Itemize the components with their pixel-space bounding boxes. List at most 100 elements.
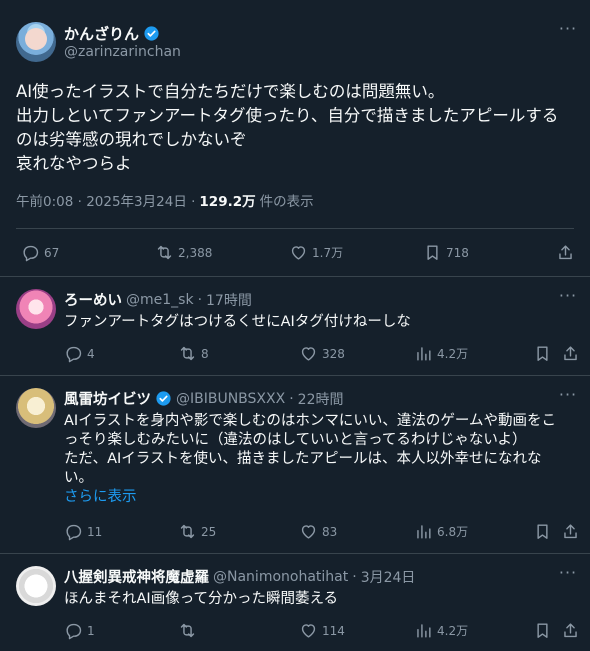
like-button[interactable]: 114 [299, 621, 345, 640]
like-count: 114 [322, 623, 345, 638]
more-icon[interactable]: ··· [558, 21, 578, 42]
author-name[interactable]: 風雷坊イビツ [64, 388, 151, 409]
reply-time[interactable]: 22時間 [298, 389, 344, 409]
bookmark-button[interactable] [533, 344, 552, 363]
tweet-text-line: のは劣等感の現れでしかないぞ [16, 130, 247, 149]
repost-button[interactable] [178, 621, 201, 640]
reply-tweet[interactable]: 風雷坊イビツ @IBIBUNBSXXX · 22時間 ··· AIイラストを身内… [0, 376, 590, 554]
reply-time[interactable]: 17時間 [206, 290, 252, 310]
views-button[interactable]: 6.8万 [414, 522, 468, 541]
reply-text: AIイラストを身内や影で楽しむのはホンマにいい、違法のゲームや動画をこ っそり楽… [64, 412, 579, 507]
reply-button[interactable]: 1 [64, 621, 95, 640]
reply-text-line: い。 [64, 470, 93, 486]
more-icon[interactable]: ··· [558, 565, 578, 586]
author-handle[interactable]: @me1_sk [126, 292, 194, 308]
repost-icon [178, 522, 197, 541]
reply-tweet[interactable]: ろーめい @me1_sk · 17時間 ··· ファンアートタグはつけるくせにA… [0, 277, 590, 376]
separator-dot: · [352, 568, 357, 585]
repost-button[interactable]: 2,388 [155, 243, 212, 262]
like-icon [289, 243, 308, 262]
view-count: 6.8万 [437, 525, 469, 539]
reply-count: 11 [87, 524, 103, 539]
reply-text-line: っそり楽しむみたいに（違法のはしていいと言ってるわけじゃないよ） [64, 432, 527, 448]
avatar[interactable] [16, 22, 56, 62]
bookmark-icon [533, 522, 552, 541]
action-bar: 4 8 328 4.2万 [64, 344, 578, 368]
author-row: かんざりん [64, 23, 160, 44]
share-button[interactable] [561, 344, 580, 363]
like-button[interactable]: 328 [299, 344, 345, 363]
author-name[interactable]: 八握剣異戒神将魔虚羅 [64, 566, 209, 587]
author-handle[interactable]: @zarinzarinchan [64, 44, 181, 60]
action-bar: 67 2,388 1.7万 718 [0, 238, 590, 268]
views-button[interactable]: 4.2万 [414, 621, 468, 640]
like-button[interactable]: 83 [299, 522, 337, 541]
tweet-meta: 午前0:08 · 2025年3月24日 · 129.2万 件の表示 [16, 190, 314, 210]
like-icon [299, 522, 318, 541]
tweet-text-line: AI使ったイラストで自分たちだけで楽しむのは問題無い。 [16, 82, 445, 101]
reply-count: 4 [87, 346, 95, 361]
avatar[interactable] [16, 566, 56, 606]
author-name[interactable]: ろーめい [64, 289, 122, 310]
author-name[interactable]: かんざりん [64, 23, 139, 44]
views-icon [414, 621, 433, 640]
like-button[interactable]: 1.7万 [289, 243, 343, 262]
repost-button[interactable]: 25 [178, 522, 216, 541]
view-count: 129.2万 [199, 194, 256, 210]
views-icon [414, 344, 433, 363]
reply-icon [64, 344, 83, 363]
verified-badge-icon [144, 26, 159, 41]
share-icon [556, 243, 575, 262]
repost-icon [178, 621, 197, 640]
reply-tweet[interactable]: 八握剣異戒神将魔虚羅 @Nanimonohatihat · 3月24日 ··· … [0, 554, 590, 651]
reply-time[interactable]: 3月24日 [361, 567, 416, 587]
action-bar: 11 25 83 6.8万 [64, 522, 578, 546]
share-button[interactable] [561, 522, 580, 541]
bookmark-count: 718 [446, 245, 469, 260]
main-tweet: かんざりん @zarinzarinchan ··· AI使ったイラストで自分たち… [0, 0, 590, 277]
timestamp[interactable]: 午前0:08 · 2025年3月24日 · [16, 190, 195, 210]
reply-header: ろーめい @me1_sk · 17時間 [64, 289, 252, 310]
avatar[interactable] [16, 388, 56, 428]
bookmark-icon [533, 621, 552, 640]
share-button[interactable] [556, 243, 575, 262]
share-icon [561, 344, 580, 363]
repost-button[interactable]: 8 [178, 344, 209, 363]
separator-dot: · [289, 390, 294, 407]
reply-button[interactable]: 67 [21, 243, 59, 262]
like-count: 1.7万 [312, 246, 344, 260]
bookmark-button[interactable] [533, 522, 552, 541]
reply-header: 八握剣異戒神将魔虚羅 @Nanimonohatihat · 3月24日 [64, 566, 415, 587]
repost-count: 25 [201, 524, 217, 539]
reply-icon [21, 243, 40, 262]
like-icon [299, 621, 318, 640]
bookmark-icon [423, 243, 442, 262]
reply-header: 風雷坊イビツ @IBIBUNBSXXX · 22時間 [64, 388, 344, 409]
view-count: 4.2万 [437, 347, 469, 361]
more-icon[interactable]: ··· [558, 387, 578, 408]
share-button[interactable] [561, 621, 580, 640]
author-handle[interactable]: @Nanimonohatihat [213, 569, 348, 585]
author-handle[interactable]: @IBIBUNBSXXX [176, 391, 285, 407]
reply-icon [64, 522, 83, 541]
share-icon [561, 522, 580, 541]
show-more-link[interactable]: さらに表示 [64, 488, 579, 507]
reply-count: 67 [44, 245, 60, 260]
bookmark-button[interactable] [533, 621, 552, 640]
action-bar: 1 114 4.2万 [64, 621, 578, 645]
views-button[interactable]: 4.2万 [414, 344, 468, 363]
view-label: 件の表示 [259, 194, 314, 210]
reply-text-line: ファンアートタグはつけるくせにAIタグ付けねーしな [64, 314, 411, 330]
separator-dot: · [197, 291, 203, 308]
more-icon[interactable]: ··· [558, 288, 578, 309]
avatar[interactable] [16, 289, 56, 329]
divider [16, 228, 574, 229]
reply-text-line: ほんまそれAI画像って分かった瞬間萎える [64, 591, 339, 607]
reply-button[interactable]: 4 [64, 344, 95, 363]
reply-button[interactable]: 11 [64, 522, 102, 541]
bookmark-button[interactable]: 718 [423, 243, 469, 262]
bookmark-icon [533, 344, 552, 363]
views-icon [414, 522, 433, 541]
reply-text: ファンアートタグはつけるくせにAIタグ付けねーしな [64, 313, 579, 332]
like-count: 83 [322, 524, 338, 539]
